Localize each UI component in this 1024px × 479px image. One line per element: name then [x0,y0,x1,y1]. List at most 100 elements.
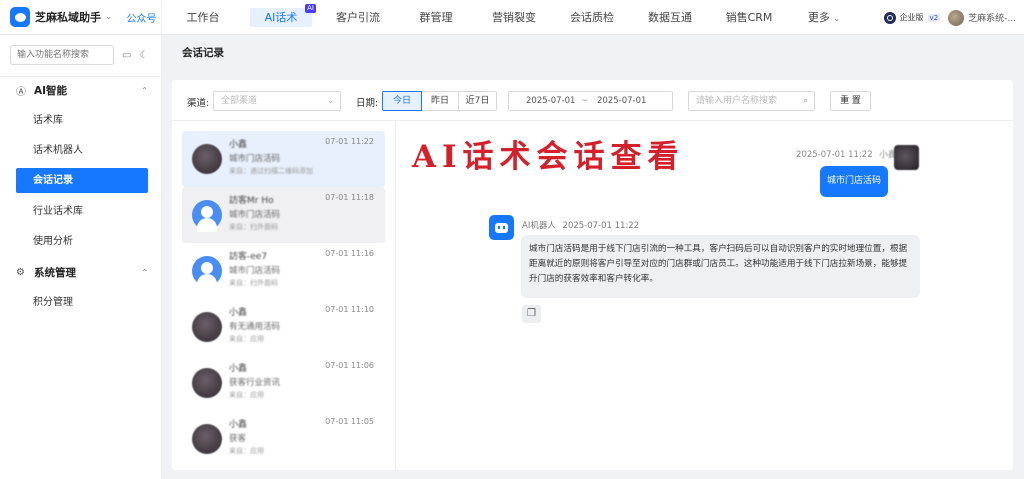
user-search-placeholder: 请输入用户名称搜索 [696,96,778,106]
bot-message-time: 2025-07-01 11:22 [562,221,640,231]
page-title: 会话记录 [182,47,224,59]
user-message-bubble: 城市门店活码 [820,166,888,197]
conv-time: 07-01 11:18 [325,193,374,202]
avatar [894,145,919,170]
conv-name: 訪客-ee7 [229,252,268,262]
sidebar-group-system[interactable]: ⚙ 系统管理 ⌃ [16,265,148,280]
range-end: 2025-07-01 [597,96,647,106]
conversation-list: 小鑫 城市门店活码 来自：通过扫描二维码添加 07-01 11:22 訪客Mr … [172,121,396,470]
nav-item-workbench[interactable]: 工作台 [180,8,226,27]
user-name[interactable]: 芝麻系统-... [968,11,1016,24]
nav-item-group-mgmt[interactable]: 群管理 [416,8,456,27]
date-range-picker[interactable]: 2025-07-01 ~ 2025-07-01 [508,91,673,111]
nav-item-lead-gen[interactable]: 客户引流 [332,8,384,27]
search-input[interactable] [10,45,114,65]
records-panel: 渠道: 全部渠道 ⌄ 日期: 今日 昨日 近7日 2025-07-01 ~ 20… [172,80,1013,470]
conv-message: 城市门店活码 [229,154,281,164]
user-message-time: 2025-07-01 11:22 [796,150,873,160]
channel-select-value: 全部渠道 [221,96,258,106]
sidebar-item-script-bot[interactable]: 话术机器人 [16,138,148,163]
avatar [192,368,222,398]
ai-badge: AI [305,4,316,13]
conv-message: 获客行业资讯 [229,378,281,388]
conv-message: 获客 [229,434,247,444]
avatar [192,144,222,174]
sidebar-item-script-library[interactable]: 话术库 [16,108,148,133]
default-avatar-icon [192,256,222,288]
avatar[interactable] [948,9,965,26]
brand-name: 芝麻私域助手 [35,11,101,24]
list-item[interactable]: 小鑫 城市门店活码 来自：通过扫描二维码添加 07-01 11:22 [182,131,385,187]
conv-time: 07-01 11:22 [325,137,374,146]
sidebar-group-ai[interactable]: Ⓐ AI智能 ⌃ [16,83,148,98]
list-item[interactable]: 小鑫 获客 来自：应用 07-01 11:05 [182,411,385,467]
layout-icon[interactable]: ▭ [122,50,131,61]
date-tab-yesterday[interactable]: 昨日 [421,91,459,111]
chevron-down-icon: ⌄ [833,14,841,23]
conv-source: 来自：扫外面码 [229,223,278,231]
date-tab-7days[interactable]: 近7日 [458,91,497,111]
nav-item-crm[interactable]: 销售CRM [722,8,776,27]
brand-logo-icon [10,7,30,27]
conv-source: 来自：应用 [229,335,264,343]
nav-item-label: AI话术 [264,11,298,24]
sidebar-item-usage-analysis[interactable]: 使用分析 [16,229,148,254]
avatar [192,424,222,454]
conv-name: 小鑫 [229,308,248,318]
conv-name: 小鑫 [229,420,248,430]
list-item[interactable]: 小鑫 获客行业资讯 来自：应用 07-01 11:06 [182,355,385,411]
list-item[interactable]: 訪客-ee7 城市门店活码 来自：扫外面码 07-01 11:16 [182,243,385,299]
conv-source: 来自：应用 [229,447,264,455]
sidebar-item-industry-library[interactable]: 行业话术库 [16,199,148,224]
search-icon: ⌕ [802,96,808,106]
ai-icon: Ⓐ [16,87,26,98]
date-range-tabs: 今日 昨日 近7日 [382,91,497,111]
sidebar-item-conversation-records[interactable]: 会话记录 [16,168,148,193]
date-label: 日期: [356,98,379,109]
sidebar: ▭ ☾ Ⓐ AI智能 ⌃ 话术库 话术机器人 会话记录 行业话术库 使用分析 ⚙… [0,35,162,479]
chevron-up-icon: ⌃ [141,268,148,277]
nav-more-label: 更多 [807,11,830,24]
nav-item-more[interactable]: 更多 ⌄ [804,8,844,27]
list-item[interactable]: 小鑫 有无通用活码 来自：应用 07-01 11:10 [182,299,385,355]
range-start: 2025-07-01 [526,96,576,106]
overlay-title: AI话术会话查看 [412,139,685,175]
bot-message-bubble: 城市门店活码是用于线下门店引流的一种工具，客户扫码后可以自动识别客户的实时地理位… [521,235,920,298]
sidebar-group-label: AI智能 [34,85,68,97]
channel-select[interactable]: 全部渠道 ⌄ [213,91,341,111]
user-search-input[interactable]: 请输入用户名称搜索 ⌕ [688,91,815,111]
nav-item-marketing[interactable]: 营销裂变 [488,8,540,27]
nav-item-quality-check[interactable]: 会话质检 [566,8,618,27]
nav-item-ai-script[interactable]: AI话术 AI [250,4,316,27]
gear-icon: ⚙ [16,267,25,278]
conv-message: 有无通用活码 [229,322,281,332]
date-tab-today[interactable]: 今日 [382,91,422,111]
copy-icon[interactable]: ❐ [522,305,541,323]
sidebar-item-points[interactable]: 积分管理 [16,290,148,315]
user-message-meta: 2025-07-01 11:22 小鑫 [796,148,896,160]
conv-time: 07-01 11:16 [325,249,374,258]
conv-source: 来自：通过扫描二维码添加 [229,167,313,175]
moon-icon[interactable]: ☾ [139,50,148,61]
nav-item-data-sync[interactable]: 数据互通 [644,8,696,27]
list-item[interactable]: 訪客Mr Ho 城市门店活码 来自：扫外面码 07-01 11:18 [182,187,385,243]
reset-button[interactable]: 重 置 [830,91,871,111]
chevron-up-icon: ⌃ [141,86,148,95]
channel-switch[interactable]: 公众号 [127,10,157,25]
chevron-down-icon[interactable]: ⌄ [105,12,113,22]
chevron-down-icon: ⌄ [327,96,334,105]
bot-message-meta: AI机器人 2025-07-01 11:22 [522,219,639,231]
conv-name: 小鑫 [229,140,248,150]
sidebar-search-row: ▭ ☾ [10,45,148,65]
robot-icon [489,215,514,240]
conv-name: 訪客Mr Ho [229,196,274,206]
chat-detail: AI话术会话查看 2025-07-01 11:22 小鑫 城市门店活码 AI机器… [396,121,1013,470]
brand[interactable]: 芝麻私域助手 ⌄ 公众号 [0,0,162,35]
range-separator: ~ [581,96,589,106]
conv-time: 07-01 11:05 [325,417,374,426]
divider [0,76,161,77]
conv-time: 07-01 11:10 [325,305,374,314]
edition-label: 企业版 [899,13,924,22]
conv-source: 来自：应用 [229,391,264,399]
conv-name: 小鑫 [229,364,248,374]
